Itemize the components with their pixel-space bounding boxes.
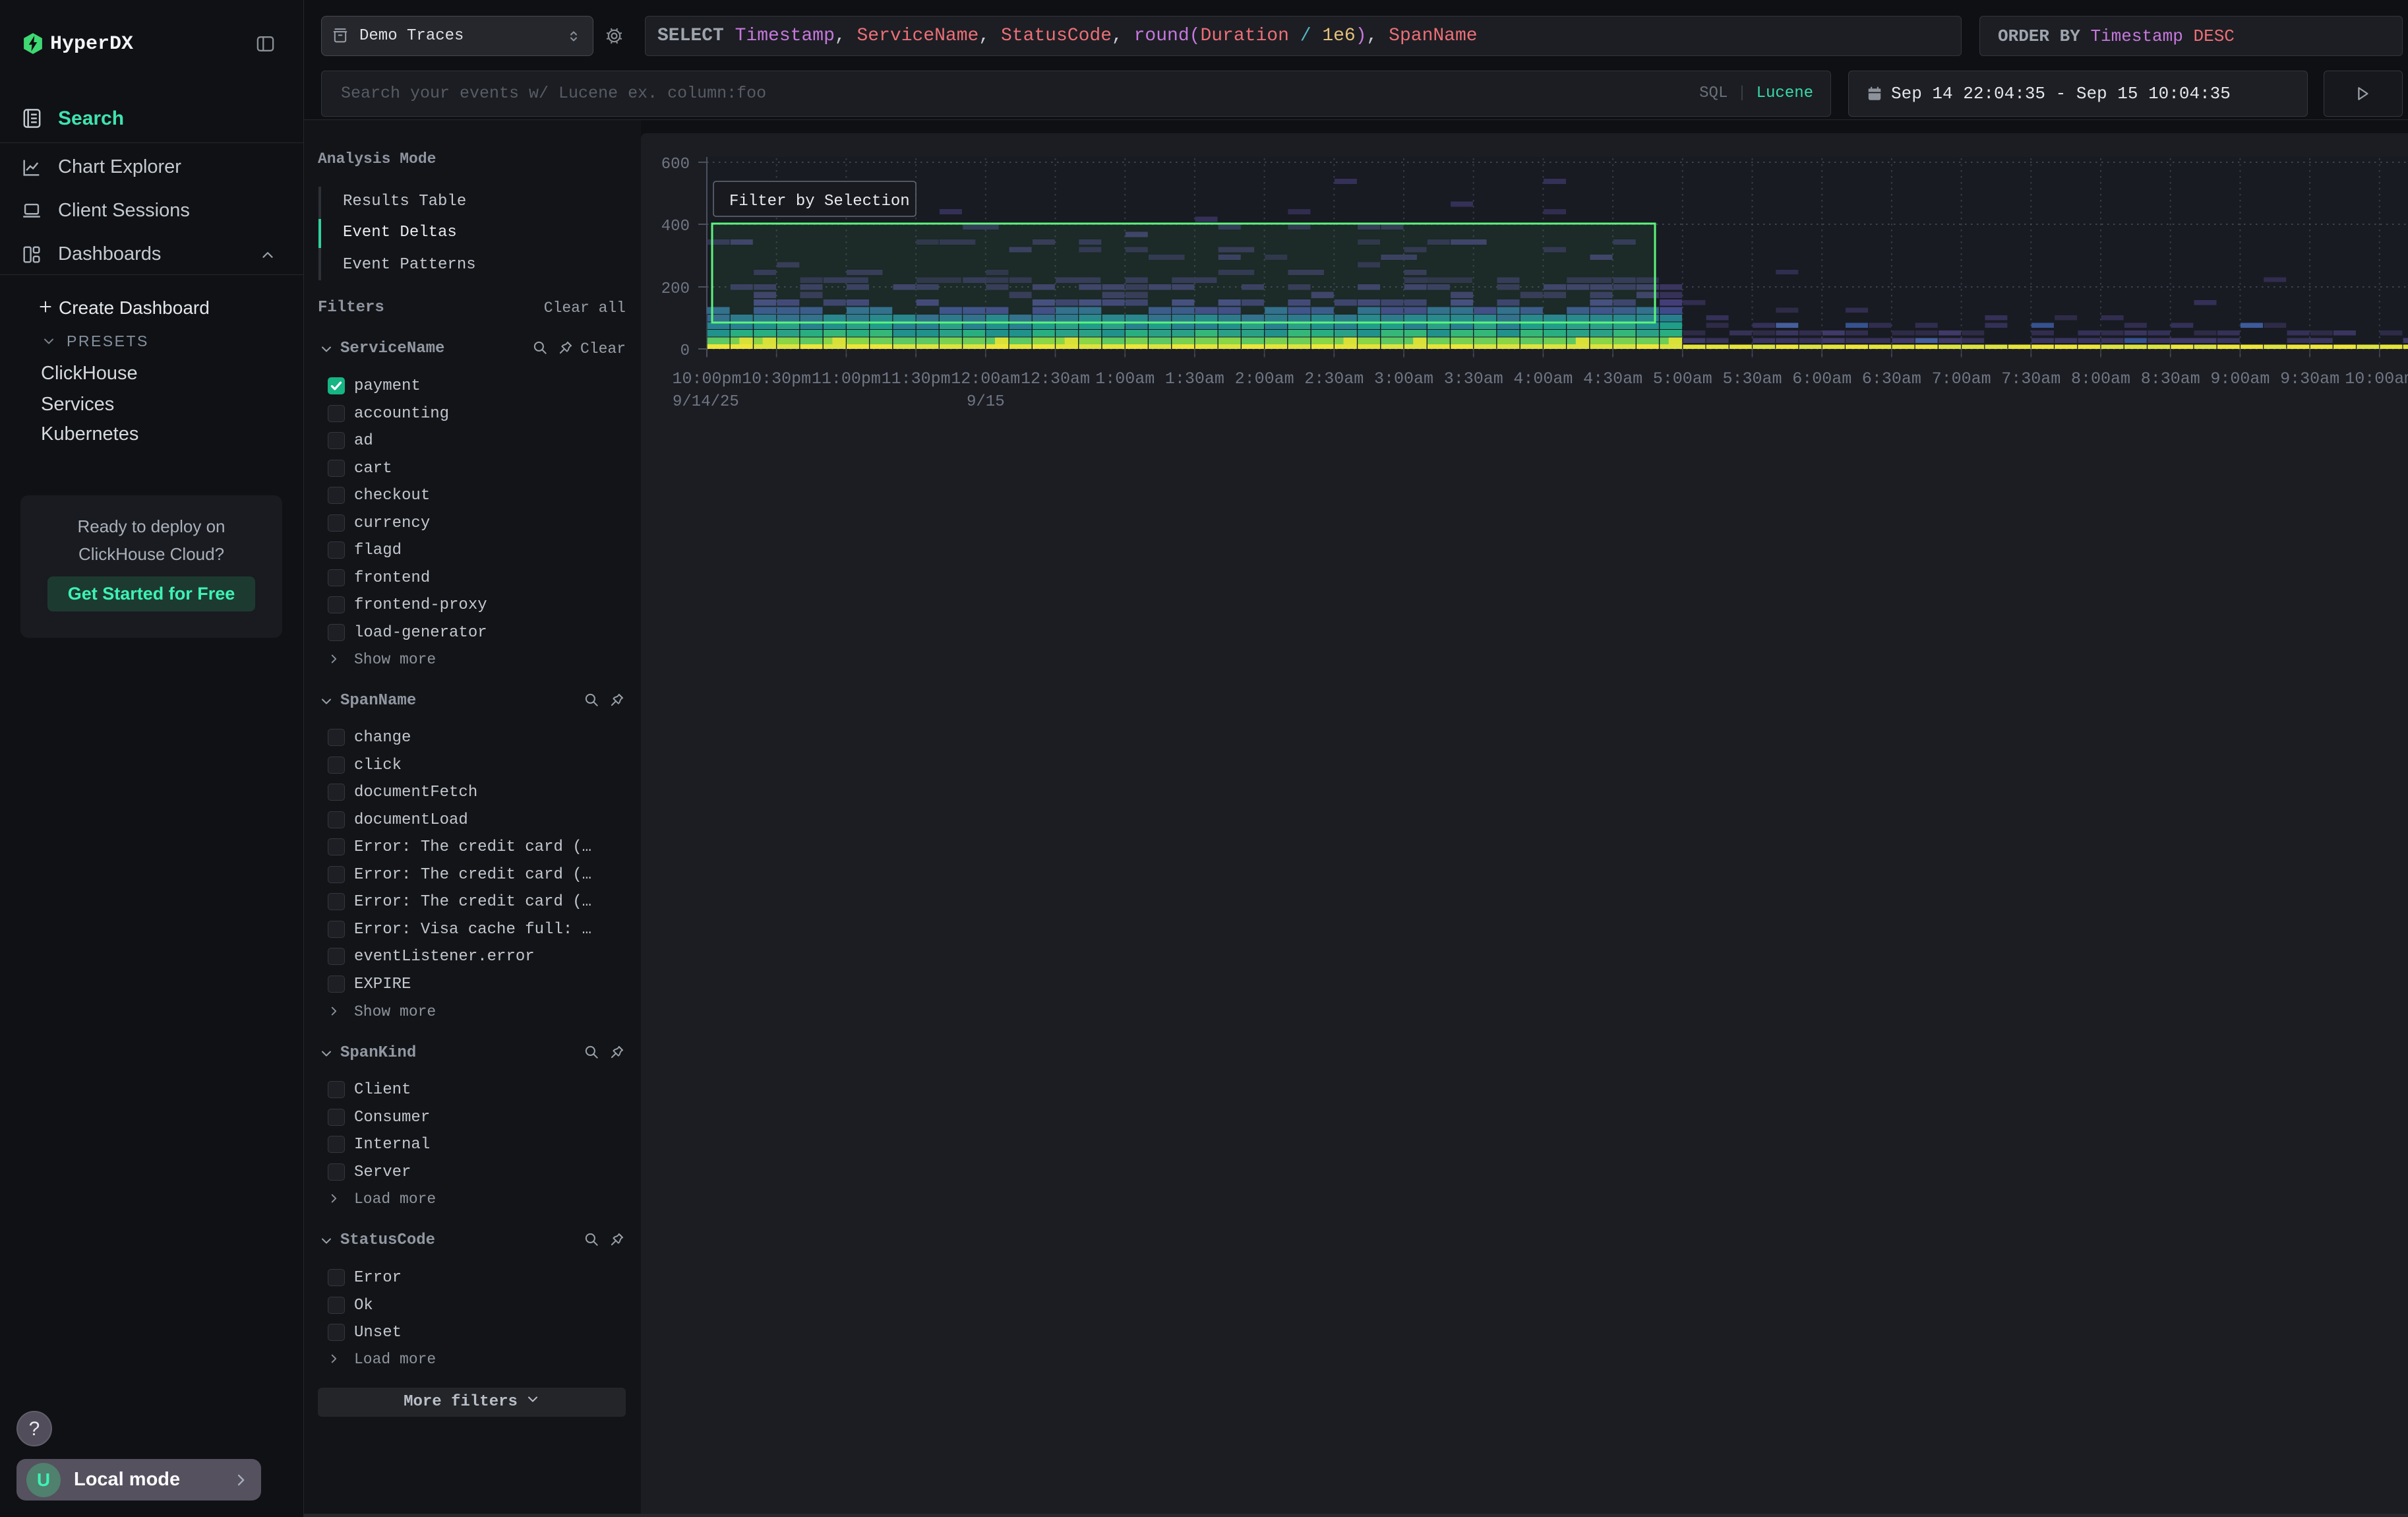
svg-text:9:00am: 9:00am [2210, 369, 2270, 388]
svg-text:5:00am: 5:00am [1653, 369, 1712, 388]
svg-text:9/14/25: 9/14/25 [673, 393, 739, 411]
svg-text:11:30pm: 11:30pm [882, 369, 951, 388]
svg-text:1:30am: 1:30am [1165, 369, 1224, 388]
svg-text:4:00am: 4:00am [1513, 369, 1573, 388]
svg-text:600: 600 [661, 156, 690, 173]
svg-text:5:30am: 5:30am [1722, 369, 1782, 388]
svg-text:3:30am: 3:30am [1444, 369, 1503, 388]
svg-text:3:00am: 3:00am [1374, 369, 1433, 388]
svg-text:0: 0 [680, 342, 690, 360]
svg-text:400: 400 [661, 218, 690, 235]
svg-text:200: 200 [661, 280, 690, 298]
svg-text:Filter by Selection: Filter by Selection [729, 193, 910, 210]
svg-text:11:00pm: 11:00pm [812, 369, 881, 388]
svg-text:10:00am: 10:00am [2345, 369, 2408, 388]
svg-text:9:30am: 9:30am [2280, 369, 2339, 388]
svg-text:6:00am: 6:00am [1792, 369, 1851, 388]
svg-text:2:30am: 2:30am [1304, 369, 1364, 388]
svg-text:2:00am: 2:00am [1235, 369, 1294, 388]
svg-text:7:30am: 7:30am [2001, 369, 2061, 388]
svg-text:4:30am: 4:30am [1583, 369, 1642, 388]
svg-text:12:30am: 12:30am [1021, 369, 1090, 388]
svg-text:8:00am: 8:00am [2071, 369, 2130, 388]
svg-text:12:00am: 12:00am [951, 369, 1020, 388]
svg-text:10:00pm: 10:00pm [672, 369, 741, 388]
svg-text:8:30am: 8:30am [2141, 369, 2200, 388]
svg-text:10:30pm: 10:30pm [742, 369, 811, 388]
svg-text:6:30am: 6:30am [1862, 369, 1921, 388]
svg-text:1:00am: 1:00am [1095, 369, 1155, 388]
svg-text:9/15: 9/15 [967, 393, 1005, 411]
svg-text:7:00am: 7:00am [1932, 369, 1991, 388]
